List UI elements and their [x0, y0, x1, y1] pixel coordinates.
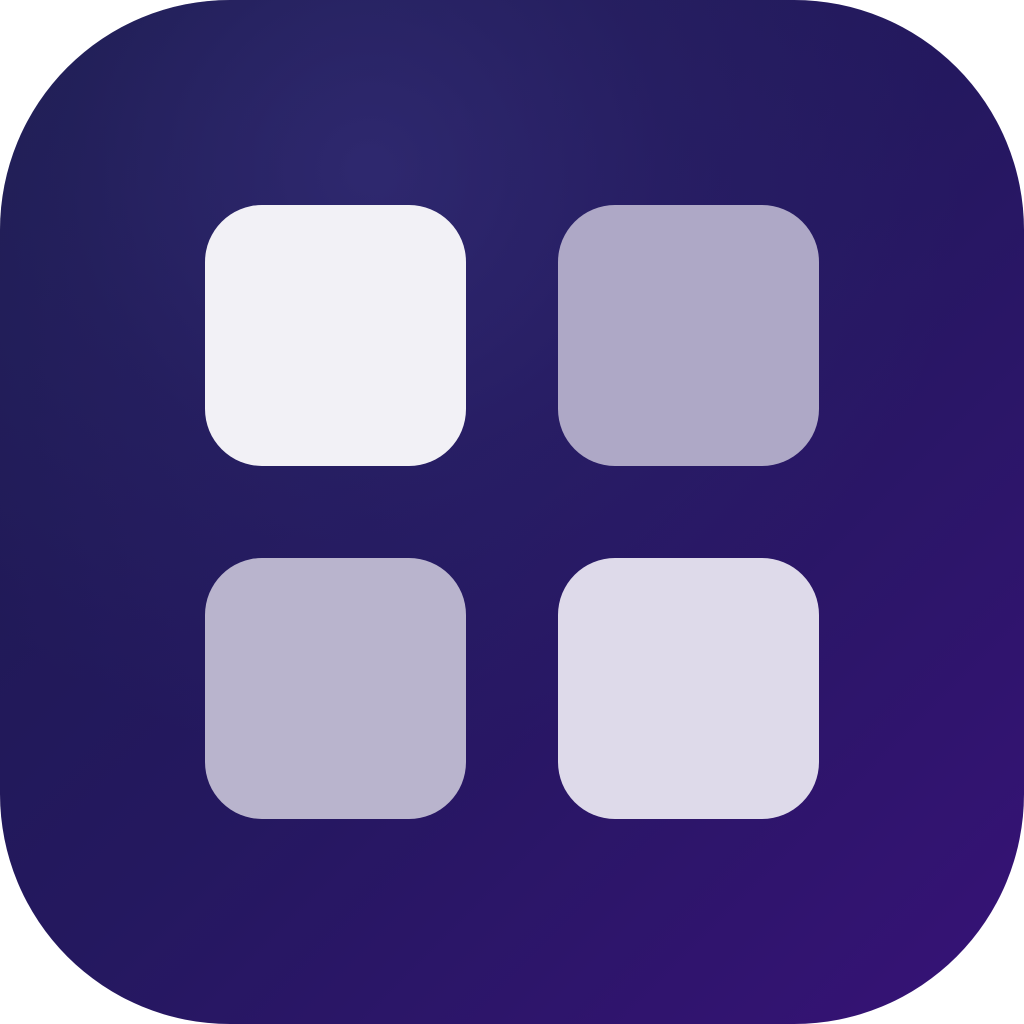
grid-apps-icon — [0, 0, 1024, 1024]
background-glow — [0, 0, 1024, 1024]
grid-tile-bottom-left — [205, 558, 466, 819]
grid-tile-bottom-right — [558, 558, 819, 819]
grid-tile-top-right — [558, 205, 819, 466]
grid-tile-top-left — [205, 205, 466, 466]
